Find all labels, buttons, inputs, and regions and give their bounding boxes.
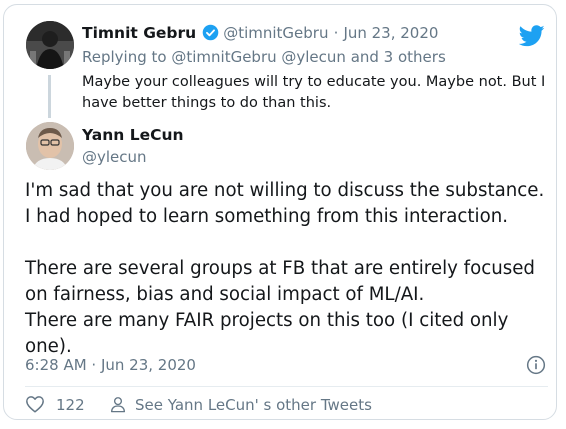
tweet-body: I'm sad that you are not willing to disc… [25, 178, 544, 360]
reply-text-line-1: Maybe your colleagues will try to educat… [82, 74, 546, 90]
person-icon[interactable] [109, 395, 127, 414]
tweet-line-1: I'm sad that you are not willing to disc… [25, 180, 545, 201]
tweet-line-3: There are several groups at FB that are … [25, 258, 535, 279]
replying-to: Replying to @timnitGebru @ylecun and 3 o… [82, 48, 446, 66]
tweet-line-2: I had hoped to learn something from this… [25, 206, 509, 227]
reply-text-line-2: have better things to do than this. [82, 95, 332, 111]
tweet-timestamp[interactable]: 6:28 AM · Jun 23, 2020 [25, 356, 196, 374]
replying-to-users[interactable]: @timnitGebru @ylecun and 3 others [171, 48, 445, 66]
timnit-avatar[interactable] [26, 21, 74, 69]
tweet-card: Timnit Gebru @timnitGebru · Jun 23, 2020 … [3, 4, 557, 420]
reply-author-name[interactable]: Timnit Gebru [82, 24, 196, 42]
tweet-line-5: There are many FAIR projects on this too… [25, 310, 509, 331]
reply-handle[interactable]: @timnitGebru [223, 24, 328, 42]
see-other-tweets-link[interactable]: See Yann LeCun' s other Tweets [135, 396, 372, 414]
like-count[interactable]: 122 [56, 396, 85, 414]
yann-avatar[interactable] [26, 122, 74, 170]
reply-date[interactable]: Jun 23, 2020 [343, 24, 438, 42]
main-author-name[interactable]: Yann LeCun [82, 126, 184, 144]
reply-header: Timnit Gebru @timnitGebru · Jun 23, 2020 [82, 23, 438, 45]
replying-to-prefix: Replying to [82, 48, 167, 66]
twitter-bird-icon[interactable] [519, 25, 545, 47]
tweet-line-4: on fairness, bias and social impact of M… [25, 284, 425, 305]
reply-text: Maybe your colleagues will try to educat… [82, 72, 545, 114]
main-handle[interactable]: @ylecun [82, 148, 147, 166]
thread-connector-line [48, 75, 51, 118]
verified-badge-icon [202, 24, 219, 45]
actions-divider [25, 386, 548, 387]
reply-separator: · [333, 24, 339, 42]
info-icon[interactable] [526, 355, 546, 375]
heart-icon[interactable] [25, 395, 45, 413]
